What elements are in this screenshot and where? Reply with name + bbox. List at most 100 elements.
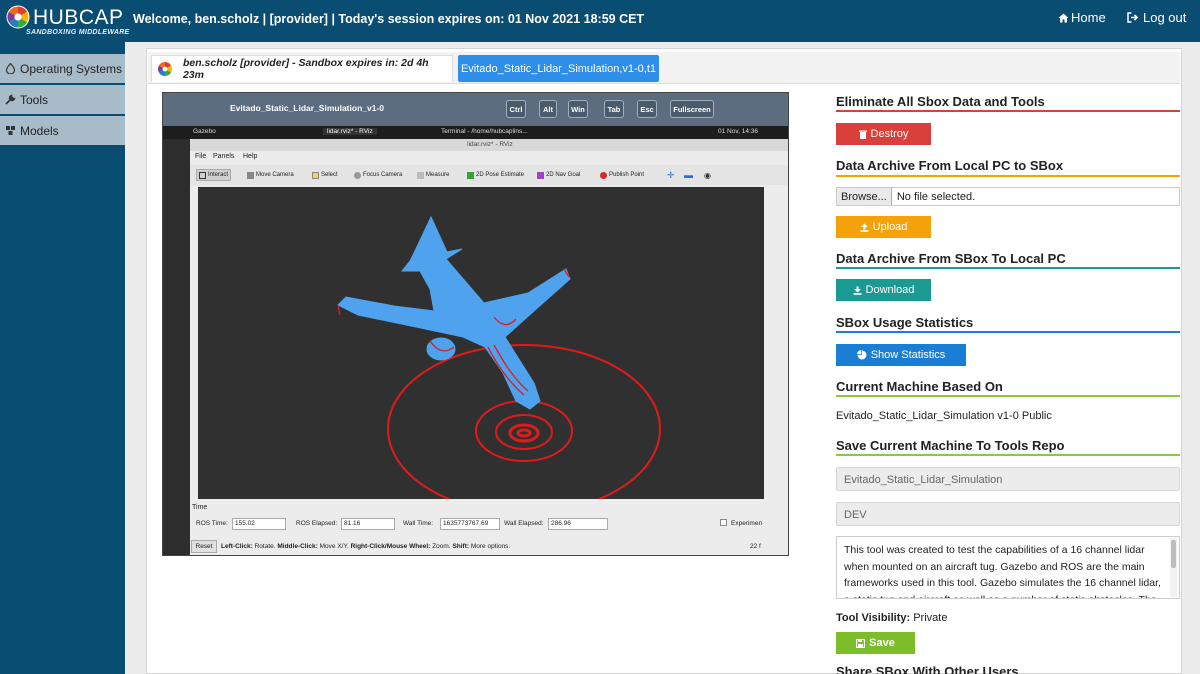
- logout-label: Log out: [1143, 10, 1187, 25]
- reset-button[interactable]: Reset: [191, 540, 217, 553]
- download-button[interactable]: Download: [836, 279, 931, 301]
- taskbar-terminal[interactable]: Terminal - /home/hubcaplins...: [441, 128, 528, 135]
- menu-file[interactable]: File: [195, 153, 206, 160]
- eye-icon: ◉: [704, 170, 711, 180]
- pie-chart-icon: [856, 350, 867, 360]
- vnc-fullscreen-button[interactable]: Fullscreen: [670, 100, 714, 118]
- droplet-icon: [5, 63, 16, 74]
- vnc-ctrl-button[interactable]: Ctrl: [506, 100, 526, 118]
- desktop-taskbar: Gazebo lidar.rviz* - RViz Terminal - /ho…: [163, 126, 788, 139]
- focus-icon: [354, 171, 361, 179]
- brand-subtitle: SANDBOXING MIDDLEWARE: [26, 29, 130, 36]
- show-statistics-button[interactable]: Show Statistics: [836, 344, 966, 366]
- tab-simulation[interactable]: Evitado_Static_Lidar_Simulation,v1-0,t1: [458, 55, 659, 82]
- cubes-icon: [6, 126, 15, 135]
- help-right-click: Right-Click/Mouse Wheel:: [350, 543, 431, 550]
- taskbar-gazebo[interactable]: Gazebo: [193, 128, 216, 135]
- destroy-button[interactable]: Destroy: [836, 123, 931, 145]
- help-middle-click: Middle-Click:: [277, 543, 318, 550]
- hubcap-logo-icon: [6, 5, 30, 29]
- tool-remove[interactable]: ▬: [682, 169, 695, 181]
- rviz-help-text: Left-Click: Rotate. Middle-Click: Move X…: [221, 543, 510, 550]
- save-button[interactable]: Save: [836, 632, 915, 654]
- move-icon: [247, 171, 254, 179]
- tool-2d-pose-estimate[interactable]: 2D Pose Estimate: [465, 169, 526, 181]
- browse-button[interactable]: Browse...: [837, 188, 892, 205]
- sidebar-item-tools[interactable]: Tools: [0, 85, 125, 114]
- home-link[interactable]: Home: [1058, 10, 1106, 25]
- tab-user-session[interactable]: ben.scholz [provider] - Sandbox expires …: [151, 55, 453, 82]
- ros-time-label: ROS Time:: [196, 520, 228, 527]
- file-input[interactable]: Browse... No file selected.: [836, 187, 1180, 206]
- menu-panels[interactable]: Panels: [213, 153, 234, 160]
- usage-stats-divider: [836, 331, 1180, 333]
- tool-2d-nav-goal[interactable]: 2D Nav Goal: [535, 169, 582, 181]
- brand-title: HUBCAP: [33, 6, 124, 29]
- wall-elapsed-label: Wall Elapsed:: [504, 520, 544, 527]
- tool-move-camera[interactable]: Move Camera: [245, 169, 296, 181]
- tool-add[interactable]: ✛: [665, 169, 677, 181]
- experimental-checkbox[interactable]: [720, 519, 727, 526]
- tool-name-field[interactable]: Evitado_Static_Lidar_Simulation: [836, 467, 1180, 491]
- sidebar-item-label: Models: [20, 123, 59, 138]
- rviz-window: lidar.rviz* - RViz File Panels Help Inte…: [190, 139, 788, 555]
- help-left-click: Left-Click:: [221, 543, 253, 550]
- wall-time-field[interactable]: 1635773767.69: [440, 518, 500, 530]
- no-file-text: No file selected.: [896, 190, 976, 203]
- tool-interact[interactable]: Interact: [196, 169, 232, 181]
- purple-arrow-icon: [537, 171, 544, 179]
- scrollbar-thumb[interactable]: [1171, 540, 1176, 568]
- visibility-label: Tool Visibility:: [836, 612, 911, 624]
- rviz-toolbar: Interact Move Camera Select Focus Camera…: [190, 165, 788, 185]
- tool-label: Focus Camera: [363, 172, 403, 178]
- download-label: Download: [865, 284, 915, 296]
- tool-focus-camera[interactable]: Focus Camera: [352, 169, 404, 181]
- vnc-viewer[interactable]: Evitado_Static_Lidar_Simulation_v1-0 Ctr…: [162, 92, 789, 556]
- wall-elapsed-field[interactable]: 286.96: [548, 518, 608, 530]
- vnc-tab-button[interactable]: Tab: [604, 100, 624, 118]
- wrench-icon: [5, 94, 16, 105]
- destroy-label: Destroy: [870, 128, 909, 140]
- tool-label: Select: [321, 172, 338, 178]
- tool-select[interactable]: Select: [310, 169, 340, 181]
- archive-download-divider: [836, 267, 1180, 269]
- sidebar-item-operating-systems[interactable]: Operating Systems: [0, 54, 125, 83]
- help-more: More options.: [469, 543, 511, 550]
- menu-help[interactable]: Help: [243, 153, 257, 160]
- home-icon: [1058, 13, 1069, 22]
- tool-publish-point[interactable]: Publish Point: [598, 169, 646, 181]
- vnc-esc-button[interactable]: Esc: [637, 100, 657, 118]
- tool-label: Interact: [208, 172, 229, 178]
- rviz-3d-view[interactable]: [198, 187, 764, 499]
- rviz-time-panel: Time ROS Time: 155.02 ROS Elapsed: 81.16…: [190, 503, 788, 555]
- description-scrollbar[interactable]: [1170, 538, 1177, 597]
- ros-elapsed-field[interactable]: 81.16: [341, 518, 395, 530]
- current-machine-divider: [836, 395, 1180, 397]
- upload-button[interactable]: Upload: [836, 216, 931, 238]
- hubcap-small-logo-icon: [158, 62, 172, 76]
- tool-view[interactable]: ◉: [702, 169, 713, 181]
- sidebar-item-models[interactable]: Models: [0, 116, 125, 145]
- tool-version-field[interactable]: DEV: [836, 502, 1180, 526]
- logout-icon: [1127, 12, 1139, 23]
- vnc-win-button[interactable]: Win: [568, 100, 588, 118]
- logout-link[interactable]: Log out: [1127, 10, 1186, 25]
- help-move: Move X/Y.: [317, 543, 351, 550]
- vnc-alt-button[interactable]: Alt: [539, 100, 557, 118]
- tool-label: Measure: [426, 172, 450, 178]
- experimental-label: Experimen: [731, 520, 763, 527]
- show-statistics-label: Show Statistics: [870, 349, 946, 361]
- share-sbox-heading: Share SBox With Other Users: [836, 665, 1019, 674]
- help-zoom: Zoom.: [430, 543, 453, 550]
- tool-description-textarea[interactable]: This tool was created to test the capabi…: [836, 536, 1180, 599]
- vnc-toolbar: Evitado_Static_Lidar_Simulation_v1-0 Ctr…: [163, 93, 788, 126]
- ros-time-field[interactable]: 155.02: [232, 518, 286, 530]
- download-icon: [853, 286, 862, 295]
- help-rotate: Rotate.: [252, 543, 278, 550]
- select-icon: [312, 171, 319, 179]
- tool-measure[interactable]: Measure: [415, 169, 451, 181]
- taskbar-rviz[interactable]: lidar.rviz* - RViz: [323, 128, 377, 135]
- rviz-window-title: lidar.rviz* - RViz: [190, 139, 788, 151]
- tool-label: Move Camera: [256, 172, 294, 178]
- welcome-message: Welcome, ben.scholz | [provider] | Today…: [133, 12, 645, 26]
